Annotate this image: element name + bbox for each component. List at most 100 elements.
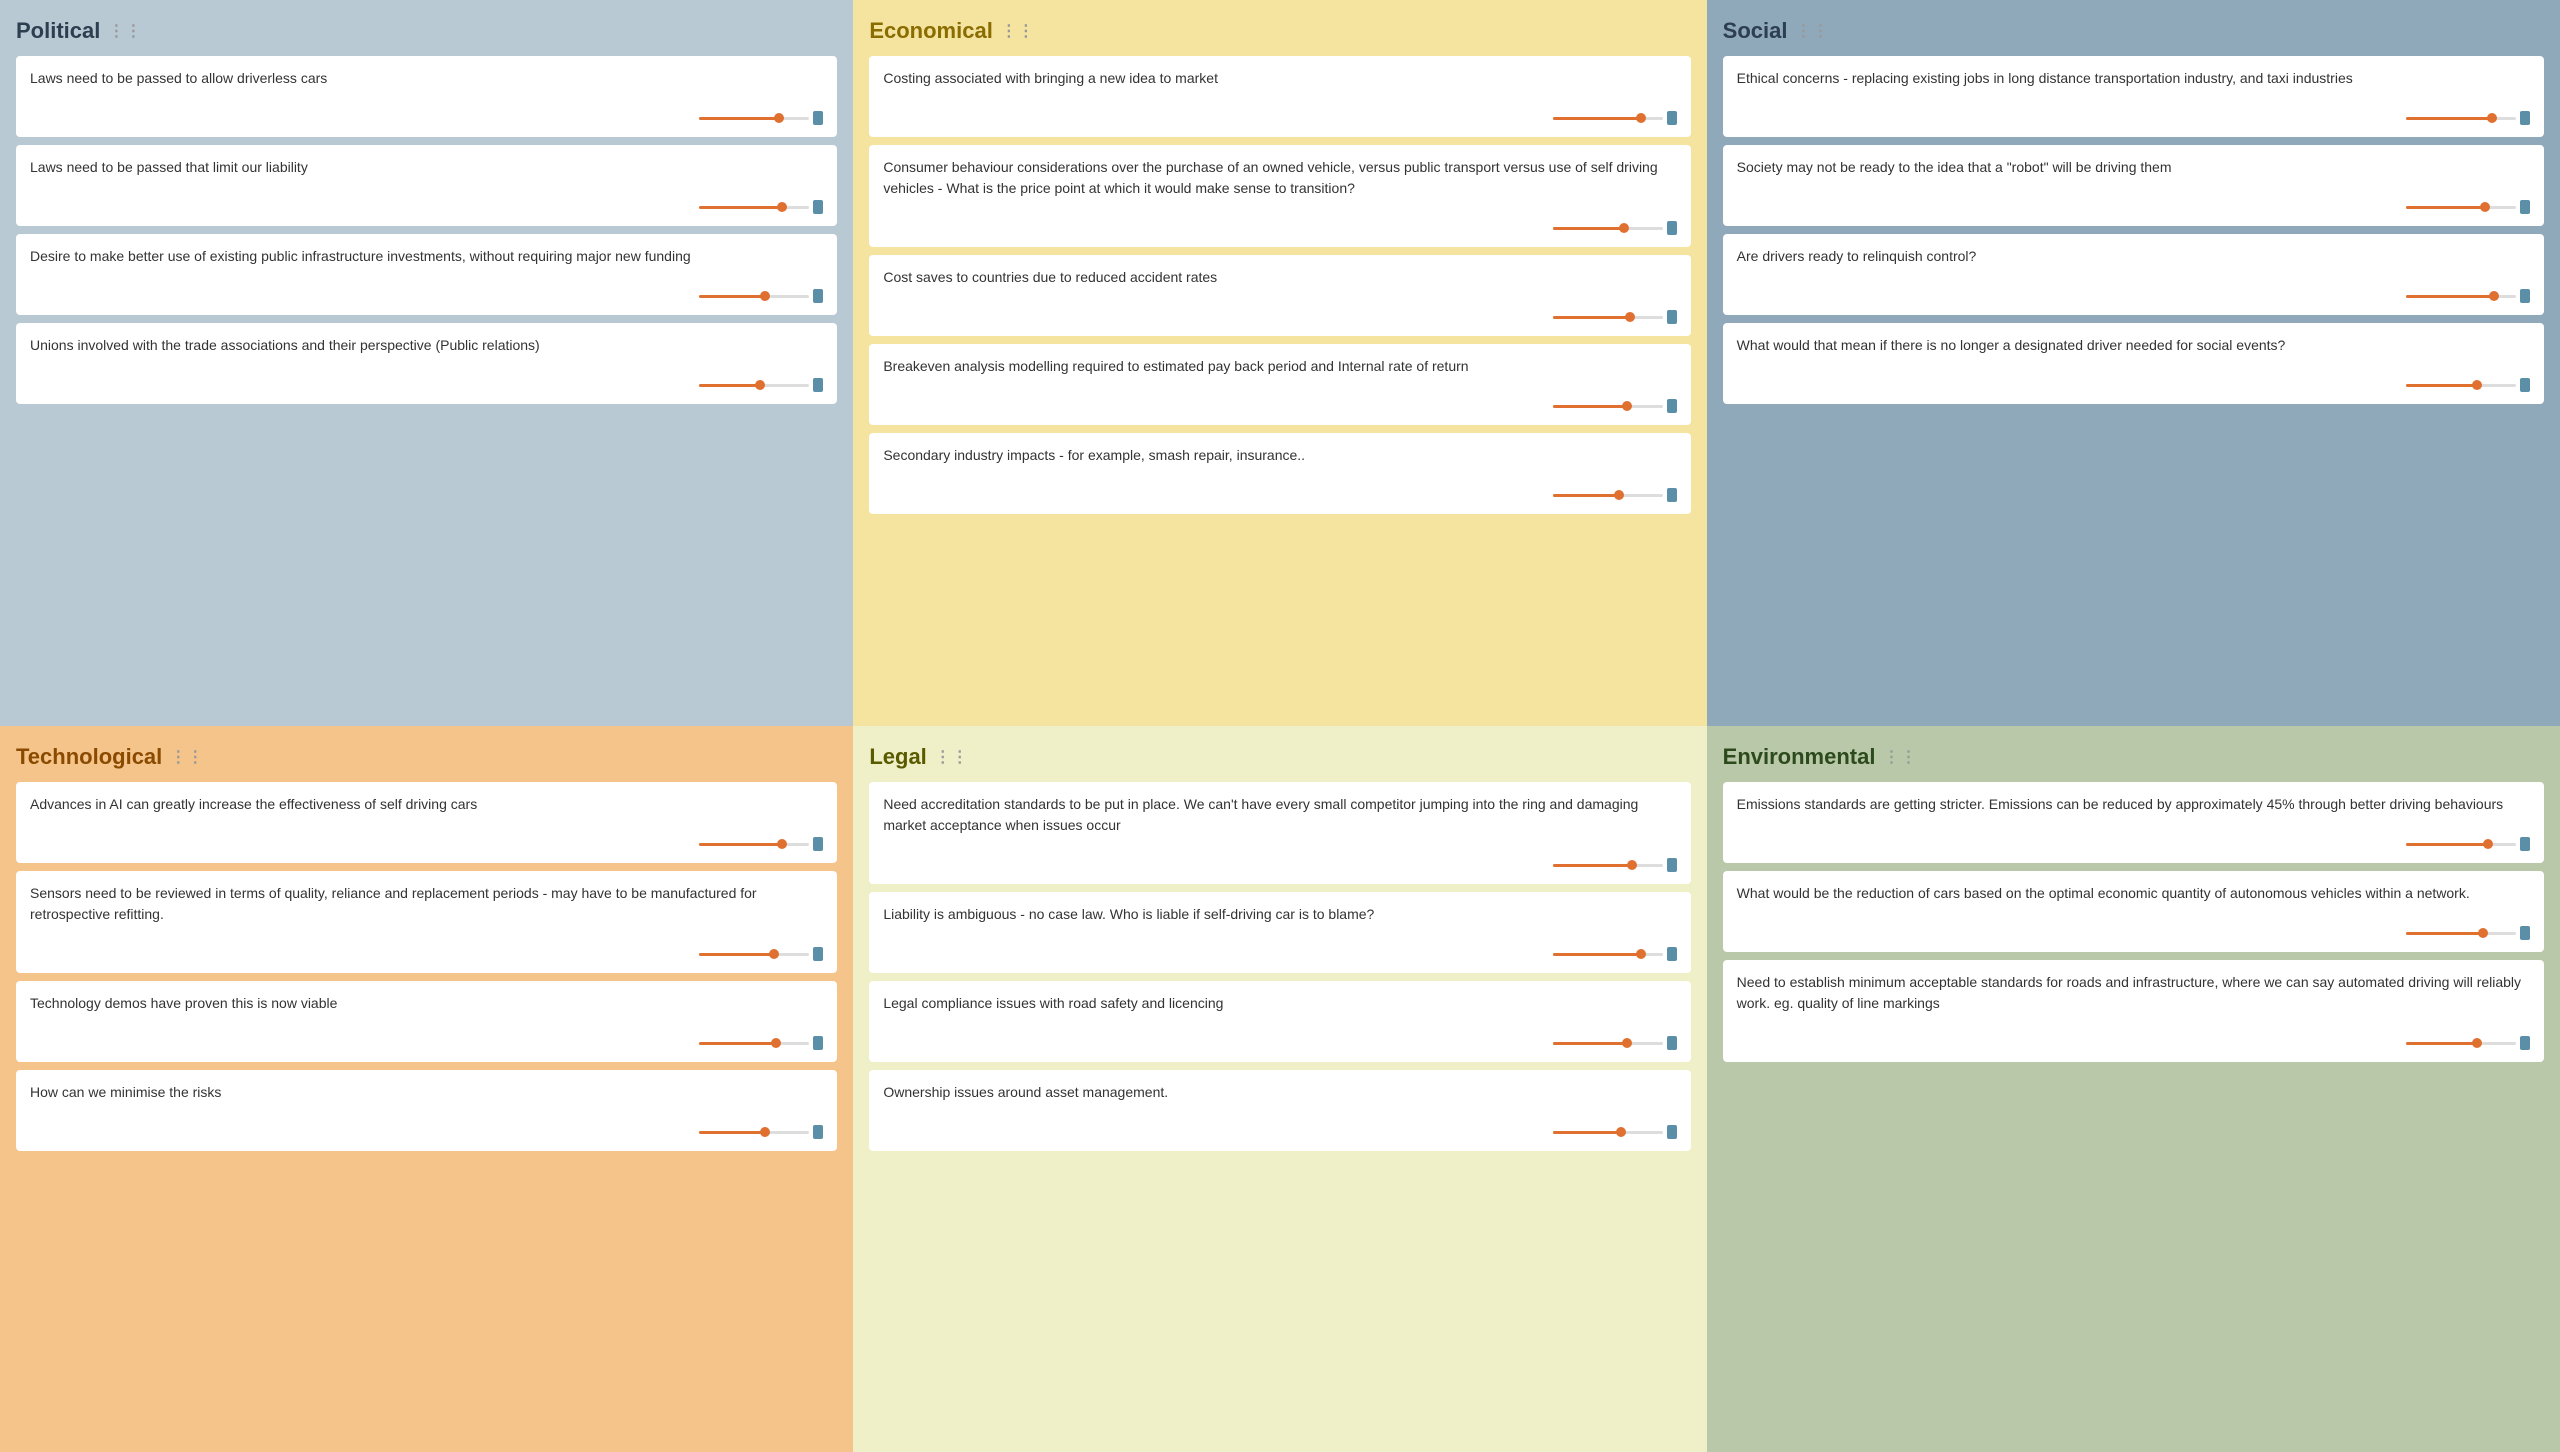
technological-card-1[interactable]: Advances in AI can greatly increase the … [16, 782, 837, 863]
social-slider-2[interactable] [1737, 196, 2530, 216]
environmental-card-2[interactable]: What would be the reduction of cars base… [1723, 871, 2544, 952]
political-card-1[interactable]: Laws need to be passed to allow driverle… [16, 56, 837, 137]
legal-slider-4[interactable] [883, 1121, 1676, 1141]
economical-card-4-text: Breakeven analysis modelling required to… [883, 356, 1676, 395]
slider-handle-s3[interactable] [2520, 289, 2530, 303]
social-card-3[interactable]: Are drivers ready to relinquish control? [1723, 234, 2544, 315]
legal-slider-3[interactable] [883, 1032, 1676, 1052]
slider-handle-l1[interactable] [1667, 858, 1677, 872]
legal-card-3-text: Legal compliance issues with road safety… [883, 993, 1676, 1032]
pestle-grid: Political ⋮⋮ Laws need to be passed to a… [0, 0, 2560, 1452]
slider-handle-4[interactable] [813, 378, 823, 392]
slider-handle-t4[interactable] [813, 1125, 823, 1139]
legal-menu-dots[interactable]: ⋮⋮ [935, 747, 969, 767]
economical-card-1[interactable]: Costing associated with bringing a new i… [869, 56, 1690, 137]
social-card-2-text: Society may not be ready to the idea tha… [1737, 157, 2530, 196]
legal-card-3[interactable]: Legal compliance issues with road safety… [869, 981, 1690, 1062]
environmental-slider-2[interactable] [1737, 922, 2530, 942]
social-card-4[interactable]: What would that mean if there is no long… [1723, 323, 2544, 404]
political-card-4[interactable]: Unions involved with the trade associati… [16, 323, 837, 404]
technological-slider-2[interactable] [30, 943, 823, 963]
slider-handle-s2[interactable] [2520, 200, 2530, 214]
environmental-title-text: Environmental [1723, 744, 1876, 770]
economical-card-2[interactable]: Consumer behaviour considerations over t… [869, 145, 1690, 247]
slider-handle-en3[interactable] [2520, 1036, 2530, 1050]
legal-section: Legal ⋮⋮ Need accreditation standards to… [853, 726, 1706, 1452]
social-section: Social ⋮⋮ Ethical concerns - replacing e… [1707, 0, 2560, 726]
environmental-card-2-text: What would be the reduction of cars base… [1737, 883, 2530, 922]
slider-handle-s1[interactable] [2520, 111, 2530, 125]
technological-section: Technological ⋮⋮ Advances in AI can grea… [0, 726, 853, 1452]
political-slider-1[interactable] [30, 107, 823, 127]
political-card-2[interactable]: Laws need to be passed that limit our li… [16, 145, 837, 226]
political-slider-4[interactable] [30, 374, 823, 394]
technological-card-2[interactable]: Sensors need to be reviewed in terms of … [16, 871, 837, 973]
social-slider-3[interactable] [1737, 285, 2530, 305]
slider-handle-l2[interactable] [1667, 947, 1677, 961]
slider-handle-e1[interactable] [1667, 111, 1677, 125]
legal-slider-2[interactable] [883, 943, 1676, 963]
political-slider-3[interactable] [30, 285, 823, 305]
economical-title-text: Economical [869, 18, 992, 44]
economical-title: Economical ⋮⋮ [869, 18, 1690, 44]
political-card-3-text: Desire to make better use of existing pu… [30, 246, 823, 285]
economical-slider-4[interactable] [883, 395, 1676, 415]
slider-handle-t1[interactable] [813, 837, 823, 851]
technological-card-4[interactable]: How can we minimise the risks [16, 1070, 837, 1151]
economical-section: Economical ⋮⋮ Costing associated with br… [853, 0, 1706, 726]
slider-handle-t2[interactable] [813, 947, 823, 961]
technological-card-3-text: Technology demos have proven this is now… [30, 993, 823, 1032]
environmental-slider-1[interactable] [1737, 833, 2530, 853]
social-card-3-text: Are drivers ready to relinquish control? [1737, 246, 2530, 285]
slider-handle-l4[interactable] [1667, 1125, 1677, 1139]
legal-card-4-text: Ownership issues around asset management… [883, 1082, 1676, 1121]
slider-handle-en1[interactable] [2520, 837, 2530, 851]
economical-card-5[interactable]: Secondary industry impacts - for example… [869, 433, 1690, 514]
environmental-menu-dots[interactable]: ⋮⋮ [1883, 747, 1917, 767]
slider-handle-e3[interactable] [1667, 310, 1677, 324]
political-title-text: Political [16, 18, 100, 44]
environmental-card-3-text: Need to establish minimum acceptable sta… [1737, 972, 2530, 1032]
slider-handle-e2[interactable] [1667, 221, 1677, 235]
slider-handle-2[interactable] [813, 200, 823, 214]
environmental-slider-3[interactable] [1737, 1032, 2530, 1052]
economical-menu-dots[interactable]: ⋮⋮ [1001, 21, 1035, 41]
social-slider-1[interactable] [1737, 107, 2530, 127]
economical-slider-1[interactable] [883, 107, 1676, 127]
slider-handle-en2[interactable] [2520, 926, 2530, 940]
social-title: Social ⋮⋮ [1723, 18, 2544, 44]
social-card-2[interactable]: Society may not be ready to the idea tha… [1723, 145, 2544, 226]
slider-handle-e5[interactable] [1667, 488, 1677, 502]
technological-card-3[interactable]: Technology demos have proven this is now… [16, 981, 837, 1062]
technological-menu-dots[interactable]: ⋮⋮ [170, 747, 204, 767]
legal-slider-1[interactable] [883, 854, 1676, 874]
legal-card-4[interactable]: Ownership issues around asset management… [869, 1070, 1690, 1151]
environmental-card-1[interactable]: Emissions standards are getting stricter… [1723, 782, 2544, 863]
technological-slider-3[interactable] [30, 1032, 823, 1052]
legal-title: Legal ⋮⋮ [869, 744, 1690, 770]
legal-card-1[interactable]: Need accreditation standards to be put i… [869, 782, 1690, 884]
technological-slider-1[interactable] [30, 833, 823, 853]
economical-card-4[interactable]: Breakeven analysis modelling required to… [869, 344, 1690, 425]
political-card-3[interactable]: Desire to make better use of existing pu… [16, 234, 837, 315]
slider-handle-s4[interactable] [2520, 378, 2530, 392]
slider-handle-1[interactable] [813, 111, 823, 125]
social-menu-dots[interactable]: ⋮⋮ [1795, 21, 1829, 41]
political-menu-dots[interactable]: ⋮⋮ [108, 21, 142, 41]
slider-handle-t3[interactable] [813, 1036, 823, 1050]
economical-slider-5[interactable] [883, 484, 1676, 504]
technological-slider-4[interactable] [30, 1121, 823, 1141]
slider-handle-l3[interactable] [1667, 1036, 1677, 1050]
environmental-card-3[interactable]: Need to establish minimum acceptable sta… [1723, 960, 2544, 1062]
social-card-1[interactable]: Ethical concerns - replacing existing jo… [1723, 56, 2544, 137]
social-card-1-text: Ethical concerns - replacing existing jo… [1737, 68, 2530, 107]
economical-slider-3[interactable] [883, 306, 1676, 326]
slider-handle-e4[interactable] [1667, 399, 1677, 413]
technological-card-4-text: How can we minimise the risks [30, 1082, 823, 1121]
legal-card-2[interactable]: Liability is ambiguous - no case law. Wh… [869, 892, 1690, 973]
political-slider-2[interactable] [30, 196, 823, 216]
economical-card-3[interactable]: Cost saves to countries due to reduced a… [869, 255, 1690, 336]
slider-handle-3[interactable] [813, 289, 823, 303]
social-slider-4[interactable] [1737, 374, 2530, 394]
economical-slider-2[interactable] [883, 217, 1676, 237]
